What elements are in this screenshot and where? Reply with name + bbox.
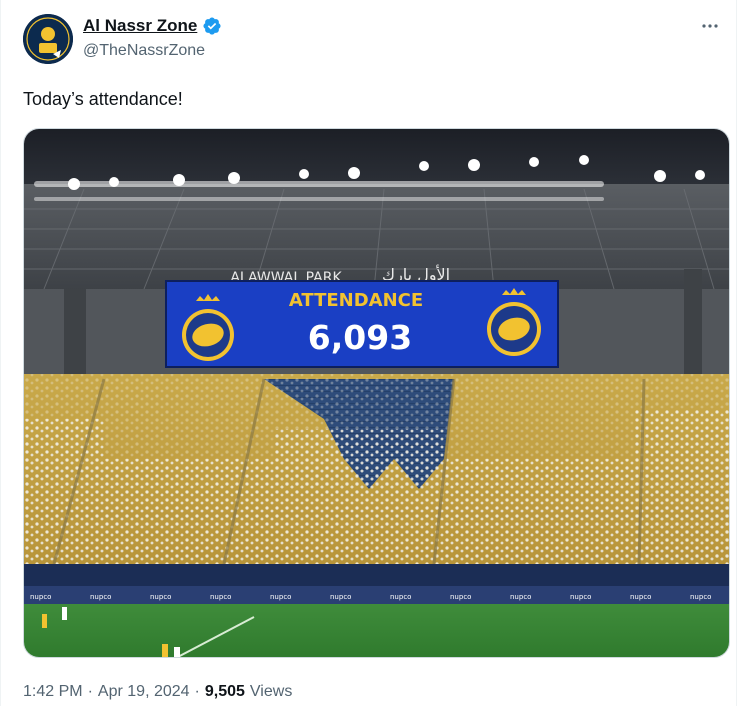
tweet-date[interactable]: Apr 19, 2024: [98, 683, 190, 701]
tweet-meta: 1:42 PM · Apr 19, 2024 · 9,505 Views: [23, 683, 292, 701]
ad-board-text: nupco: [30, 593, 51, 601]
avatar[interactable]: [23, 14, 73, 64]
board-title: ATTENDANCE: [289, 290, 423, 311]
views-count: 9,505: [204, 683, 245, 700]
ad-board-text: nupco: [690, 593, 711, 601]
ad-board-text: nupco: [330, 593, 351, 601]
ad-board-text: nupco: [210, 593, 231, 601]
more-options-icon[interactable]: [698, 14, 722, 38]
ad-board-text: nupco: [90, 593, 111, 601]
tweet-media-image[interactable]: ALAWWAL PARK الأول بارك ATTENDANCE 6,093: [23, 128, 730, 658]
tweet-text: Today’s attendance!: [23, 89, 183, 109]
account-handle[interactable]: @TheNassrZone: [83, 42, 205, 60]
meta-separator: ·: [194, 683, 200, 700]
ad-board-text: nupco: [270, 593, 291, 601]
ad-board-text: nupco: [150, 593, 171, 601]
verified-badge-icon: [202, 16, 222, 36]
board-value: 6,093: [308, 318, 412, 357]
account-name[interactable]: Al Nassr Zone: [83, 16, 197, 36]
ad-board-text: nupco: [390, 593, 411, 601]
meta-separator: ·: [87, 683, 93, 700]
ad-board-text: nupco: [450, 593, 471, 601]
tweet-card[interactable]: Al Nassr Zone @TheNassrZone Today’s atte…: [0, 0, 737, 706]
ad-board-text: nupco: [570, 593, 591, 601]
ad-board-text: nupco: [630, 593, 651, 601]
ad-board-text: nupco: [510, 593, 531, 601]
views-label: Views: [249, 683, 293, 700]
tweet-time[interactable]: 1:42 PM: [23, 683, 83, 701]
